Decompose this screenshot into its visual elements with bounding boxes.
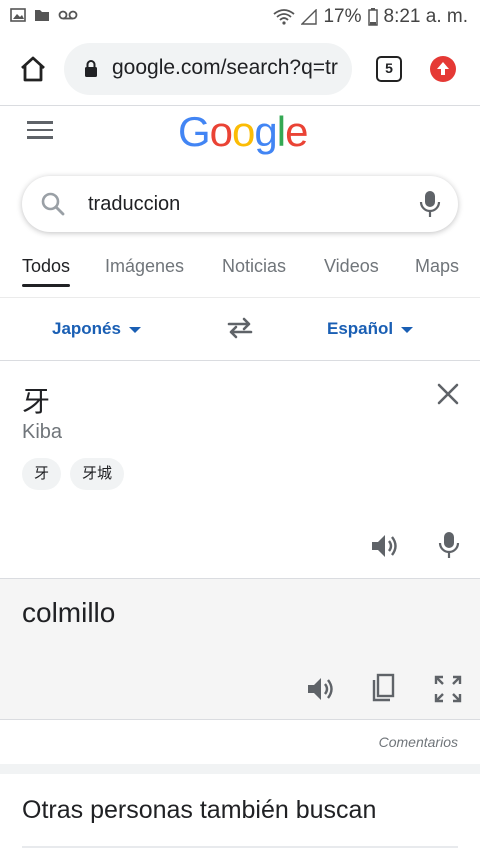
related-searches-heading: Otras personas también buscan [22, 796, 377, 824]
feedback-link[interactable]: Comentarios [379, 734, 458, 750]
source-text-panel[interactable]: 牙 Kiba 牙 牙城 [0, 362, 480, 578]
logo-letter: e [285, 108, 308, 155]
logo-letter: G [178, 108, 211, 155]
transliteration: Kiba [22, 421, 63, 443]
google-logo[interactable]: Google [178, 108, 308, 156]
battery-icon [367, 8, 378, 26]
listen-translation-icon[interactable] [306, 675, 336, 703]
search-box[interactable]: traduccion [22, 176, 458, 232]
voice-input-icon[interactable] [438, 530, 460, 560]
status-bar: 17% 8:21 a. m. [0, 0, 480, 34]
section-divider [0, 764, 480, 774]
swap-languages-icon[interactable] [226, 316, 254, 340]
target-language-dropdown[interactable]: Español [327, 319, 414, 339]
url-text: google.com/search?q=tr [112, 56, 338, 79]
tab-videos[interactable]: Videos [324, 256, 379, 298]
tab-switcher-button[interactable]: 5 [376, 56, 402, 82]
language-selector-row: Japonés Español [0, 298, 480, 361]
dropdown-arrow-icon [401, 326, 414, 333]
lock-icon [85, 60, 97, 77]
logo-letter: o [209, 108, 233, 155]
close-icon[interactable] [436, 382, 460, 406]
update-icon[interactable] [430, 56, 456, 82]
logo-letter: g [254, 108, 277, 155]
source-language-dropdown[interactable]: Japonés [52, 319, 141, 339]
copy-icon[interactable] [370, 673, 396, 703]
translation-result-panel: colmillo [0, 578, 480, 720]
image-notification-icon [10, 8, 26, 22]
fullscreen-icon[interactable] [434, 675, 462, 703]
tab-maps[interactable]: Maps [415, 256, 459, 298]
translated-text: colmillo [22, 597, 116, 628]
source-language-label: Japonés [52, 319, 121, 338]
voice-search-icon[interactable] [418, 189, 442, 219]
folder-notification-icon [35, 10, 49, 21]
suggestion-chip[interactable]: 牙 [22, 458, 62, 490]
divider-line [22, 846, 458, 848]
battery-percent: 17% [323, 6, 362, 27]
wifi-icon [273, 9, 296, 25]
dropdown-arrow-icon [128, 326, 141, 333]
clock: 8:21 a. m. [383, 6, 469, 27]
tab-noticias[interactable]: Noticias [222, 256, 286, 298]
tab-imagenes[interactable]: Imágenes [105, 256, 184, 298]
search-icon[interactable] [40, 191, 66, 217]
logo-letter: o [232, 108, 255, 155]
system-status: 17% 8:21 a. m. [273, 6, 468, 28]
browser-toolbar: google.com/search?q=tr 5 [0, 34, 480, 106]
logo-letter: l [276, 108, 286, 155]
target-language-label: Español [327, 319, 394, 338]
home-icon[interactable] [18, 54, 48, 84]
search-input[interactable]: traduccion [88, 193, 180, 216]
menu-icon[interactable] [27, 121, 53, 141]
search-tabs: Todos Imágenes Noticias Videos Maps [0, 256, 480, 298]
address-bar[interactable]: google.com/search?q=tr [64, 43, 352, 95]
tab-todos[interactable]: Todos [22, 256, 71, 298]
signal-icon [301, 9, 318, 25]
voicemail-notification-icon [58, 10, 78, 20]
notification-icons [10, 8, 78, 22]
listen-source-icon[interactable] [370, 532, 400, 560]
source-text[interactable]: 牙 [22, 380, 50, 420]
suggestion-chip[interactable]: 牙城 [70, 458, 125, 490]
